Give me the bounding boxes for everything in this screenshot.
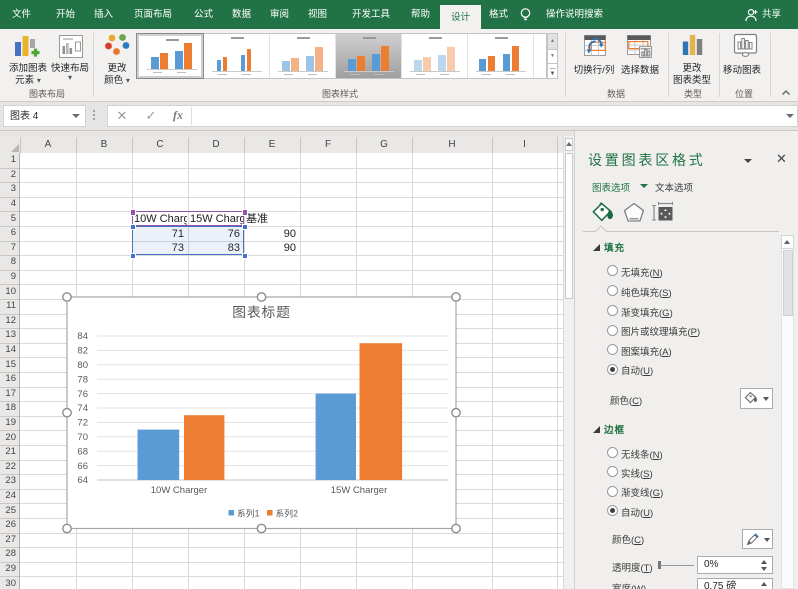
svg-text:72: 72 [77, 418, 88, 429]
svg-text:80: 80 [77, 360, 88, 371]
svg-text:82: 82 [77, 346, 88, 357]
svg-text:64: 64 [77, 475, 88, 486]
svg-text:系列2: 系列2 [276, 508, 299, 519]
svg-text:76: 76 [77, 389, 88, 400]
svg-text:68: 68 [77, 446, 88, 457]
svg-text:66: 66 [77, 461, 88, 472]
svg-text:74: 74 [77, 403, 88, 414]
svg-text:10W Charger: 10W Charger [151, 485, 208, 496]
svg-text:15W Charger: 15W Charger [331, 485, 388, 496]
svg-text:78: 78 [77, 374, 88, 385]
svg-text:图表标题: 图表标题 [232, 305, 290, 320]
svg-text:84: 84 [77, 331, 88, 342]
svg-text:70: 70 [77, 432, 88, 443]
svg-text:系列1: 系列1 [237, 508, 260, 519]
